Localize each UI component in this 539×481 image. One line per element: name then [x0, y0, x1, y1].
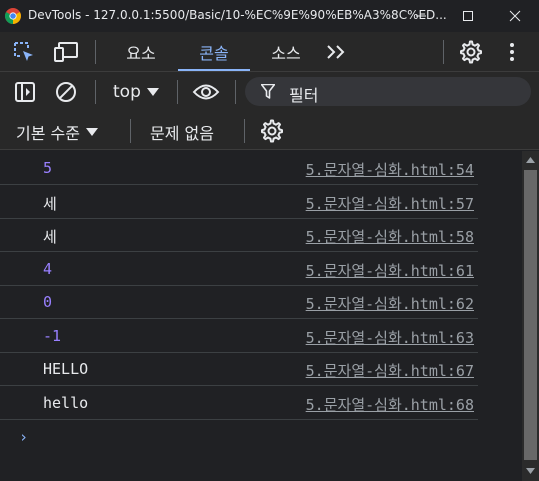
issues-counter[interactable]: 문제 없음 — [150, 120, 214, 144]
customize-menu-button[interactable] — [503, 40, 521, 64]
source-link[interactable]: 5.문자열-심화.html:68 — [306, 394, 474, 415]
inspect-element-button[interactable] — [12, 41, 36, 63]
maximize-icon — [463, 11, 473, 21]
console-message: hello 5.문자열-심화.html:68 — [0, 386, 478, 420]
triangle-down-icon — [526, 467, 535, 474]
log-value: 5 — [43, 159, 53, 177]
scroll-up-button[interactable] — [522, 151, 539, 168]
source-link[interactable]: 5.문자열-심화.html:54 — [306, 159, 474, 180]
source-link[interactable]: 5.문자열-심화.html:67 — [306, 360, 474, 381]
clear-icon — [56, 82, 76, 102]
active-tab-indicator — [178, 69, 250, 71]
filter-icon — [261, 84, 275, 99]
minimize-button[interactable] — [398, 0, 444, 32]
log-value: 4 — [43, 260, 53, 278]
filter-placeholder: 필터 — [289, 86, 319, 105]
console-message: 0 5.문자열-심화.html:62 — [0, 285, 478, 319]
triangle-up-icon — [526, 156, 535, 163]
settings-button[interactable] — [458, 40, 484, 64]
log-value: 세 — [43, 195, 57, 213]
maximize-button[interactable] — [445, 0, 491, 32]
more-tabs-button[interactable] — [322, 42, 350, 62]
device-toolbar-button[interactable] — [54, 41, 80, 63]
device-mode-icon — [54, 42, 78, 62]
filter-input[interactable]: 필터 — [245, 77, 531, 106]
close-icon — [509, 10, 521, 22]
levels-divider — [130, 119, 131, 143]
log-level-label: 기본 수준 — [16, 124, 80, 143]
context-value: top — [113, 82, 141, 102]
log-value: hello — [43, 394, 89, 412]
toolbar-divider-2 — [177, 80, 178, 104]
log-value: HELLO — [43, 360, 89, 378]
console-message: 5 5.문자열-심화.html:54 — [0, 151, 478, 185]
source-link[interactable]: 5.문자열-심화.html:63 — [306, 327, 474, 348]
eye-icon — [192, 84, 220, 100]
minimize-icon — [416, 15, 426, 17]
gear-icon — [460, 40, 482, 64]
caret-down-icon — [146, 88, 159, 96]
log-value: 세 — [43, 228, 57, 246]
log-level-dropdown[interactable]: 기본 수준 — [16, 120, 98, 144]
chrome-logo-icon — [5, 8, 21, 24]
live-expression-button[interactable] — [192, 80, 220, 104]
javascript-context-select[interactable]: top — [113, 80, 159, 104]
console-settings-button[interactable] — [259, 118, 285, 144]
log-value: -1 — [43, 327, 62, 345]
close-button[interactable] — [492, 0, 538, 32]
tab-console[interactable]: 콘솔 — [178, 32, 250, 72]
gear-icon — [261, 119, 283, 143]
tab-sources[interactable]: 소스 — [258, 32, 314, 72]
source-link[interactable]: 5.문자열-심화.html:61 — [306, 260, 474, 281]
double-chevron-right-icon — [327, 45, 345, 59]
console-message: 세 5.문자열-심화.html:57 — [0, 185, 478, 219]
toolbar-divider-3 — [235, 80, 236, 104]
show-sidebar-button[interactable] — [13, 80, 37, 104]
scrollbar-thumb[interactable] — [524, 170, 537, 460]
window-title: DevTools - 127.0.0.1:5500/Basic/10-%EC%9… — [28, 8, 447, 22]
inspect-element-icon — [14, 42, 33, 61]
title-bar: DevTools - 127.0.0.1:5500/Basic/10-%EC%9… — [0, 0, 539, 32]
devtools-tab-bar: 요소 콘솔 소스 — [0, 32, 539, 72]
source-link[interactable]: 5.문자열-심화.html:58 — [306, 226, 474, 247]
log-value: 0 — [43, 293, 53, 311]
tabbar-divider-right — [443, 40, 444, 64]
console-prompt[interactable]: › — [19, 428, 28, 446]
console-output: 5 5.문자열-심화.html:54 세 5.문자열-심화.html:57 세 … — [0, 151, 522, 481]
console-message: 세 5.문자열-심화.html:58 — [0, 218, 478, 252]
clear-console-button[interactable] — [54, 80, 78, 104]
sidebar-toggle-icon — [15, 82, 35, 102]
source-link[interactable]: 5.문자열-심화.html:62 — [306, 293, 474, 314]
source-link[interactable]: 5.문자열-심화.html:57 — [306, 193, 474, 214]
console-message: -1 5.문자열-심화.html:63 — [0, 319, 478, 353]
vertical-dots-icon — [510, 43, 514, 61]
toolbar-divider — [95, 80, 96, 104]
console-message: 4 5.문자열-심화.html:61 — [0, 252, 478, 286]
tabbar-divider — [95, 40, 96, 64]
scroll-down-button[interactable] — [522, 462, 539, 479]
caret-down-icon — [85, 128, 98, 136]
levels-divider-2 — [244, 119, 245, 143]
console-message: HELLO 5.문자열-심화.html:67 — [0, 352, 478, 386]
tab-elements[interactable]: 요소 — [113, 32, 169, 72]
